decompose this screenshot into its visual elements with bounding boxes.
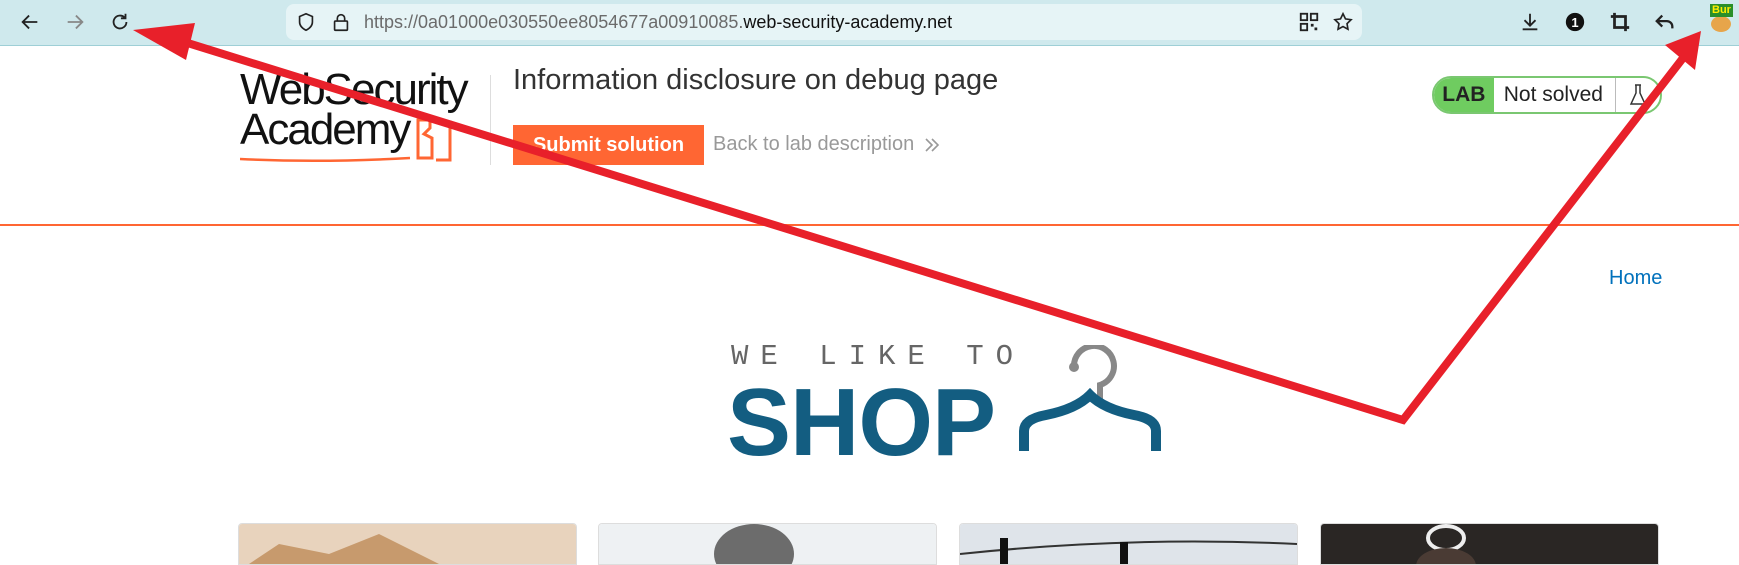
lab-status-text: Not solved (1503, 83, 1603, 106)
back-to-lab-description-link[interactable]: Back to lab description (713, 133, 940, 156)
extension-face (1711, 16, 1731, 32)
extension-label: Bur (1710, 4, 1733, 17)
lock-icon[interactable] (330, 11, 352, 33)
submit-solution-button[interactable]: Submit solution (513, 125, 704, 165)
flask-icon (1615, 78, 1660, 112)
crop-icon[interactable] (1606, 8, 1634, 36)
lab-badge: LAB (1434, 78, 1494, 112)
counter-badge-text: 1 (1571, 14, 1579, 30)
qr-code-icon[interactable] (1298, 11, 1320, 33)
url-prefix: https://0a01000e030550ee8054677a00910085… (364, 12, 744, 32)
forward-icon[interactable] (61, 8, 89, 36)
reload-icon[interactable] (106, 8, 134, 36)
shield-icon[interactable] (295, 11, 317, 33)
address-bar[interactable]: https://0a01000e030550ee8054677a00910085… (286, 4, 1362, 40)
web-security-academy-logo[interactable]: WebSecurity Academy (240, 65, 469, 163)
browser-toolbar: https://0a01000e030550ee8054677a00910085… (0, 0, 1739, 46)
url-host: web-security-academy.net (743, 12, 953, 32)
extension-icon[interactable]: Bur (1708, 4, 1734, 32)
logo-mark-icon (240, 118, 452, 163)
product-image (599, 524, 936, 564)
logo-line-1: WebSecurity (240, 65, 469, 114)
product-image (960, 524, 1297, 564)
product-card[interactable] (1320, 523, 1659, 565)
double-chevron-right-icon (925, 137, 940, 152)
back-icon[interactable] (16, 8, 44, 36)
url-text[interactable]: https://0a01000e030550ee8054677a00910085… (364, 12, 952, 33)
product-image (1321, 524, 1658, 564)
product-card[interactable] (598, 523, 937, 565)
product-image (239, 524, 576, 564)
shop-brand: SHOP (727, 369, 996, 476)
undo-icon[interactable] (1651, 8, 1679, 36)
back-link-label: Back to lab description (713, 133, 915, 155)
hanger-icon (1019, 345, 1161, 451)
product-card[interactable] (959, 523, 1298, 565)
header-rule (0, 224, 1739, 226)
home-link[interactable]: Home (1609, 267, 1662, 290)
lab-title: Information disclosure on debug page (513, 64, 999, 96)
star-icon[interactable] (1332, 11, 1354, 33)
product-card[interactable] (238, 523, 577, 565)
lab-status-widget: LAB Not solved (1432, 76, 1662, 114)
header-divider (490, 75, 491, 165)
counter-badge-icon[interactable]: 1 (1561, 8, 1589, 36)
download-icon[interactable] (1516, 8, 1544, 36)
